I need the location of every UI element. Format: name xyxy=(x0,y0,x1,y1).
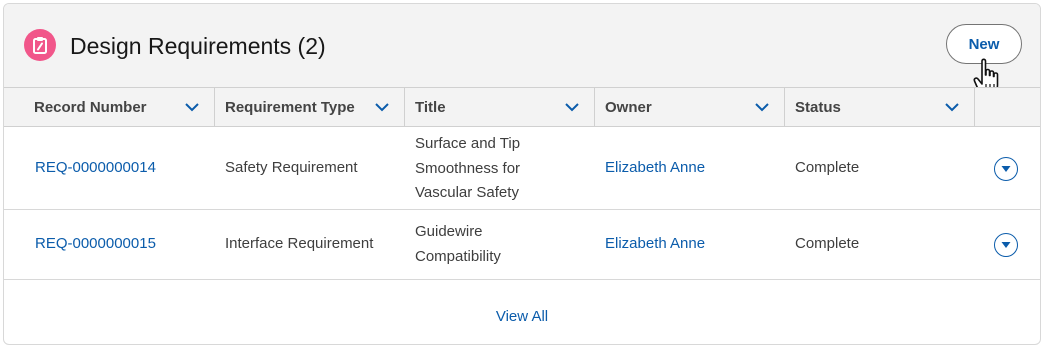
card-title[interactable]: Design Requirements (2) xyxy=(70,31,326,61)
table-row: REQ-0000000015 Interface Requirement Gui… xyxy=(4,210,1040,280)
caret-down-icon xyxy=(1001,242,1011,248)
chevron-down-icon[interactable] xyxy=(374,101,390,113)
chevron-down-icon[interactable] xyxy=(944,101,960,113)
title-line: Vascular Safety xyxy=(415,184,519,201)
column-header-label: Requirement Type xyxy=(225,98,355,116)
table-header: Record Number Requirement Type Title Own… xyxy=(4,88,1040,127)
owner-link[interactable]: Elizabeth Anne xyxy=(595,127,705,209)
card-header: Design Requirements (2) New xyxy=(4,4,1040,97)
chevron-down-icon[interactable] xyxy=(564,101,580,113)
view-all-link[interactable]: View All xyxy=(496,308,548,325)
record-number-link[interactable]: REQ-0000000014 xyxy=(4,127,156,209)
column-header-owner[interactable]: Owner xyxy=(595,88,785,126)
status-cell: Complete xyxy=(795,235,860,253)
title-line: Compatibility xyxy=(415,247,501,265)
record-number-link[interactable]: REQ-0000000015 xyxy=(4,210,156,279)
column-header-label: Record Number xyxy=(34,98,147,116)
card-footer: View All xyxy=(4,289,1040,344)
chevron-down-icon[interactable] xyxy=(184,101,200,113)
requirement-type-cell: Safety Requirement xyxy=(225,158,358,176)
row-actions-button[interactable] xyxy=(994,157,1018,181)
title-cell: Guidewire Compatibility xyxy=(405,210,501,279)
column-header-label: Owner xyxy=(605,98,652,116)
table-row: REQ-0000000014 Safety Requirement Surfac… xyxy=(4,127,1040,210)
chevron-down-icon[interactable] xyxy=(754,101,770,113)
column-header-title[interactable]: Title xyxy=(405,88,595,126)
clipboard-icon xyxy=(24,29,56,61)
owner-link[interactable]: Elizabeth Anne xyxy=(595,210,705,279)
requirements-table: Record Number Requirement Type Title Own… xyxy=(4,87,1040,280)
related-list-card: Design Requirements (2) New Record Numbe… xyxy=(3,3,1041,345)
column-header-label: Status xyxy=(795,98,841,116)
title-line: Smoothness for xyxy=(415,159,521,177)
column-header-status[interactable]: Status xyxy=(785,88,975,126)
caret-down-icon xyxy=(1001,166,1011,172)
title-line: Surface and Tip xyxy=(415,135,521,152)
title-line: Guidewire xyxy=(415,223,483,240)
requirement-type-cell: Interface Requirement xyxy=(225,235,374,253)
column-header-record-number[interactable]: Record Number xyxy=(4,88,215,126)
title-cell: Surface and Tip Smoothness for Vascular … xyxy=(405,127,520,209)
column-header-label: Title xyxy=(415,98,446,116)
row-actions-button[interactable] xyxy=(994,233,1018,257)
status-cell: Complete xyxy=(795,158,860,176)
column-header-requirement-type[interactable]: Requirement Type xyxy=(215,88,405,126)
